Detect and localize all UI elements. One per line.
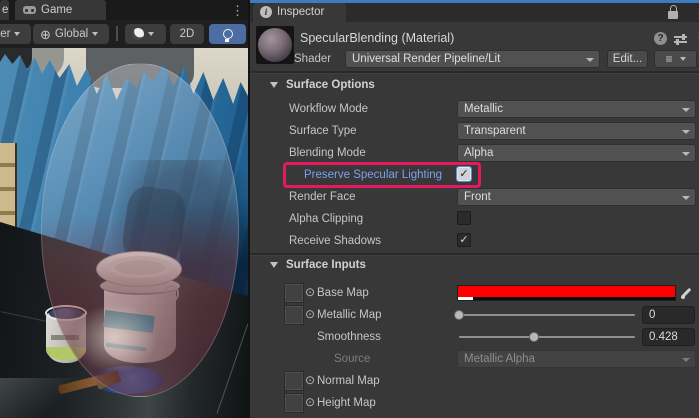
scene-toolbar: ter ⊕ Global 2D [0, 20, 248, 48]
unity-editor: e Game ⋮ ter ⊕ Global [0, 0, 699, 418]
inspector-panel: i Inspector ⋮ SpecularBlending (Material… [248, 0, 699, 418]
globe-icon: ⊕ [40, 28, 51, 41]
workflow-mode-value: Metallic [464, 103, 503, 115]
surface-type-label: Surface Type [289, 125, 357, 137]
smoothness-value-field[interactable]: 0.428 [642, 328, 695, 346]
object-picker-icon[interactable]: ⊙ [305, 396, 315, 408]
smoothness-slider[interactable] [459, 336, 635, 338]
divider [250, 253, 699, 256]
surface-type-dropdown[interactable]: Transparent [457, 122, 696, 140]
object-picker-icon[interactable]: ⊙ [305, 308, 315, 320]
surface-options-header[interactable]: Surface Options [286, 79, 375, 91]
blending-mode-dropdown[interactable]: Alpha [457, 144, 696, 162]
global-dropdown[interactable]: ⊕ Global [33, 24, 109, 44]
info-icon: i [260, 6, 272, 18]
metallic-value-field[interactable]: 0 [642, 306, 695, 324]
shader-menu-button[interactable]: ≡ [654, 50, 697, 68]
tab-inspector[interactable]: i Inspector [253, 3, 346, 22]
chevron-down-icon [680, 57, 686, 61]
surface-type-value: Transparent [464, 125, 526, 137]
render-face-value: Front [464, 191, 491, 203]
global-dropdown-label: Global [55, 28, 88, 40]
inspector-tab-bar: i Inspector ⋮ [250, 3, 699, 22]
scene-tab-bar: e Game ⋮ [0, 0, 248, 20]
foldout-triangle-icon[interactable] [270, 82, 278, 88]
source-value: Metallic Alpha [464, 353, 535, 365]
tab-game[interactable]: Game [15, 0, 106, 20]
pivot-dropdown-label: ter [0, 28, 10, 40]
edit-shader-label: Edit... [613, 53, 642, 65]
metallic-slider-thumb[interactable] [454, 310, 464, 320]
shader-label: Shader [294, 53, 331, 65]
tab-scene-partial-label: e [2, 4, 8, 16]
foldout-triangle-icon[interactable] [270, 262, 278, 268]
presets-icon[interactable] [674, 34, 687, 45]
source-dropdown: Metallic Alpha [457, 350, 696, 368]
chevron-down-icon [148, 32, 154, 36]
help-icon[interactable]: ? [654, 32, 667, 45]
chevron-down-icon [14, 32, 20, 36]
material-title: SpecularBlending (Material) [300, 31, 454, 45]
preserve-specular-checkbox[interactable]: ✓ [457, 167, 471, 181]
shading-sphere-icon [132, 28, 144, 40]
blending-mode-value: Alpha [464, 147, 493, 159]
receive-shadows-label: Receive Shadows [289, 235, 381, 247]
tab-scene-partial[interactable]: e [0, 0, 9, 20]
edit-shader-button[interactable]: Edit... [607, 50, 648, 68]
shader-dropdown-value: Universal Render Pipeline/Lit [352, 53, 500, 65]
surface-inputs-header[interactable]: Surface Inputs [286, 259, 366, 271]
divider [250, 71, 699, 74]
normal-map-label: Normal Map [317, 375, 380, 387]
base-map-label: Base Map [317, 287, 369, 299]
tab-inspector-label: Inspector [277, 6, 324, 18]
tab-game-label: Game [41, 4, 72, 16]
light-reflection [55, 288, 175, 388]
gamepad-icon [23, 6, 36, 14]
inspector-menu-icon[interactable]: ⋮ [693, 7, 699, 20]
object-picker-icon[interactable]: ⊙ [305, 374, 315, 386]
preserve-specular-label: Preserve Specular Lighting [304, 169, 442, 181]
workflow-mode-dropdown[interactable]: Metallic [457, 100, 696, 118]
normal-map-texture-slot[interactable] [285, 372, 303, 390]
smoothness-label: Smoothness [317, 331, 381, 343]
lightbulb-icon [223, 29, 233, 39]
toolbar-divider [116, 26, 118, 41]
alpha-clipping-checkbox[interactable] [457, 211, 471, 225]
base-map-color-rgb [458, 286, 675, 297]
receive-shadows-checkbox[interactable]: ✓ [457, 233, 471, 247]
material-menu-icon[interactable]: ⋮ [693, 31, 699, 44]
source-label: Source [334, 353, 370, 365]
object-picker-icon[interactable]: ⊙ [305, 286, 315, 298]
smoothness-slider-thumb[interactable] [529, 332, 539, 342]
hamburger-icon: ≡ [665, 53, 672, 65]
scene-viewport[interactable] [0, 48, 248, 418]
metallic-slider[interactable] [459, 314, 635, 316]
blending-mode-label: Blending Mode [289, 147, 366, 159]
workflow-mode-label: Workflow Mode [289, 103, 368, 115]
eyedropper-icon[interactable] [679, 286, 694, 301]
alpha-clipping-label: Alpha Clipping [289, 213, 363, 225]
metallic-map-label: Metallic Map [317, 309, 382, 321]
scene-lighting-toggle[interactable] [209, 24, 246, 44]
pivot-dropdown[interactable]: ter [0, 24, 31, 44]
height-map-label: Height Map [317, 397, 376, 409]
base-map-texture-slot[interactable] [285, 284, 303, 302]
base-map-color-swatch[interactable] [457, 285, 676, 301]
material-preview-thumbnail[interactable] [256, 26, 294, 64]
base-map-color-alpha-bar [458, 297, 675, 300]
height-map-texture-slot[interactable] [285, 394, 303, 412]
render-face-dropdown[interactable]: Front [457, 188, 696, 206]
render-face-label: Render Face [289, 191, 355, 203]
chevron-down-icon [92, 32, 98, 36]
scene-pane-menu-icon[interactable]: ⋮ [231, 4, 244, 17]
shading-mode-dropdown[interactable] [125, 24, 166, 44]
metallic-map-texture-slot[interactable] [285, 306, 303, 324]
scene-pane: e Game ⋮ ter ⊕ Global [0, 0, 248, 418]
shader-dropdown[interactable]: Universal Render Pipeline/Lit [345, 50, 600, 68]
toggle-2d-label: 2D [180, 28, 195, 40]
lock-icon[interactable] [668, 11, 678, 19]
toggle-2d-button[interactable]: 2D [170, 24, 204, 44]
